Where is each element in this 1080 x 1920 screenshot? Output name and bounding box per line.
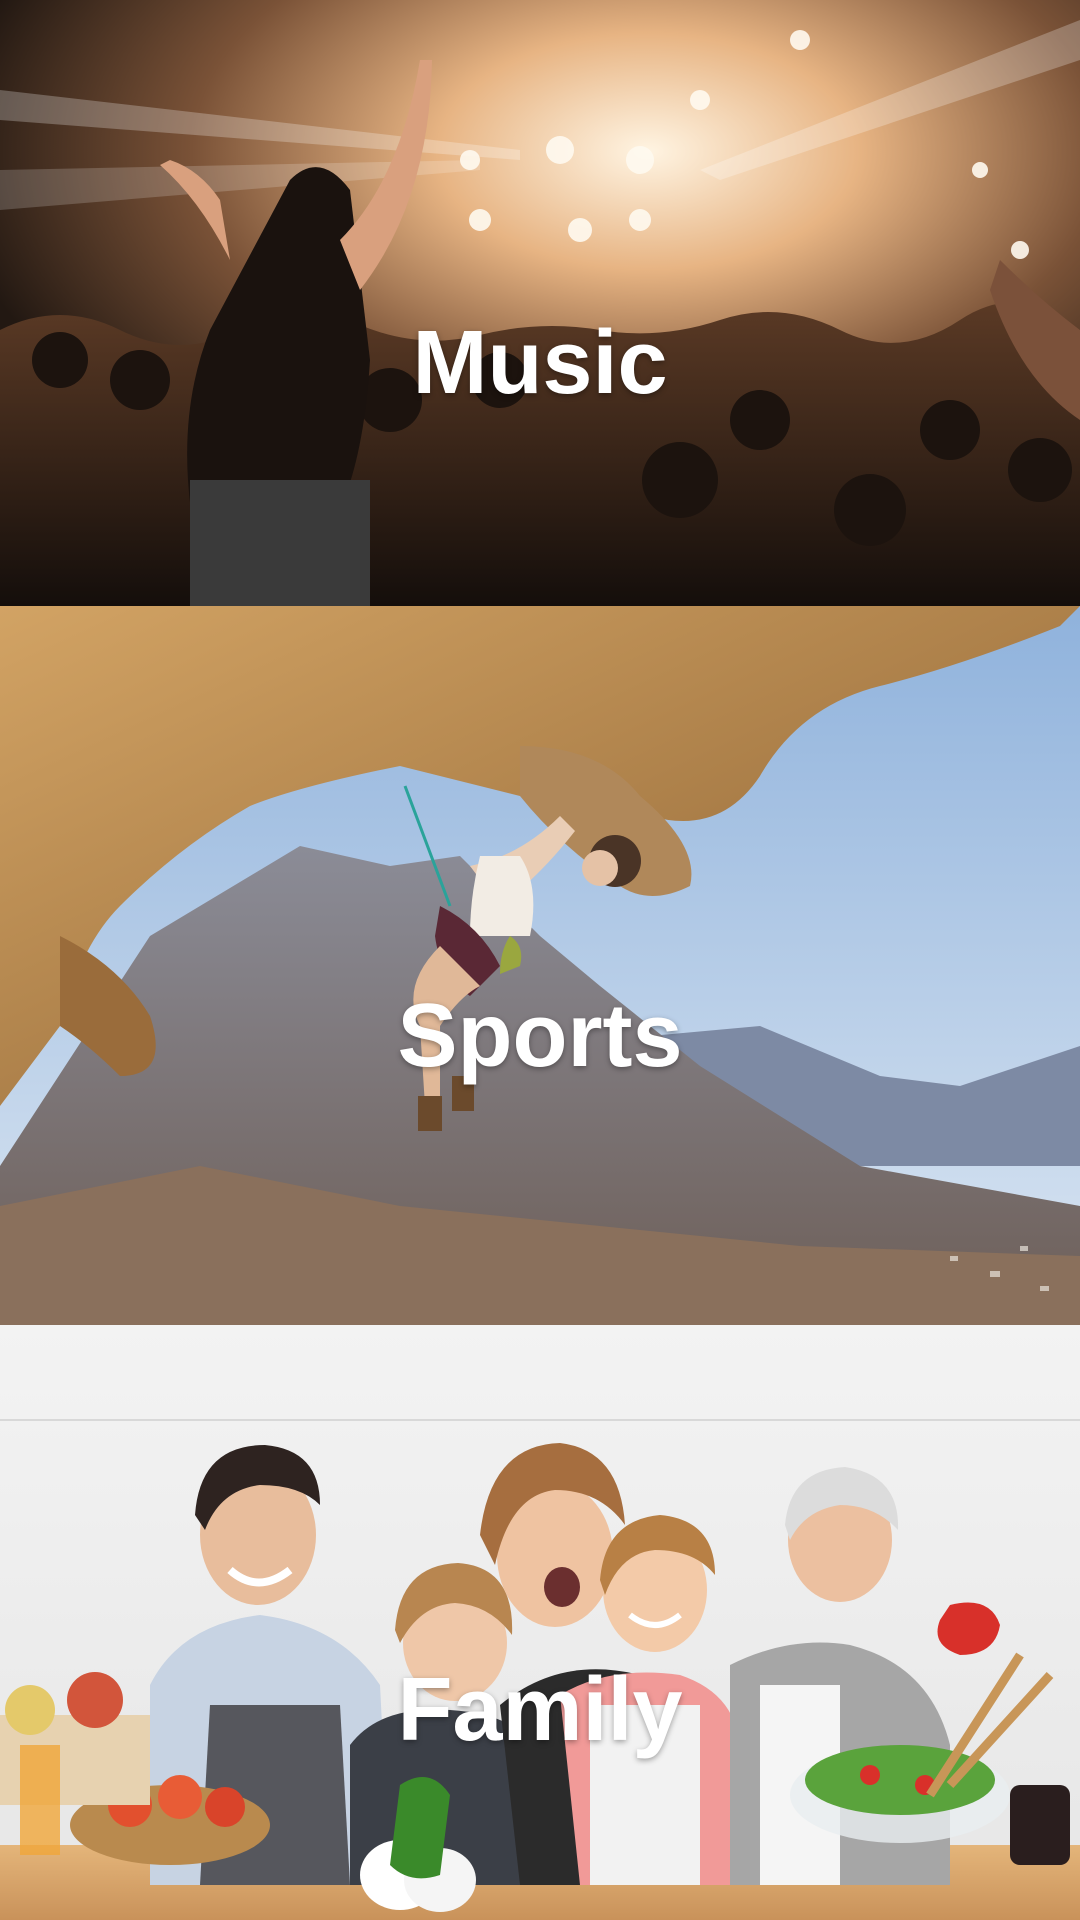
- category-tile-list: Music Sports Family: [0, 0, 1080, 1920]
- family-kitchen-photo: [0, 1325, 1080, 1920]
- category-tile-music[interactable]: Music: [0, 0, 1080, 606]
- concert-crowd-photo: [0, 0, 1080, 606]
- category-tile-family[interactable]: Family: [0, 1325, 1080, 1920]
- category-tile-sports[interactable]: Sports: [0, 606, 1080, 1325]
- rock-climbing-photo: [0, 606, 1080, 1325]
